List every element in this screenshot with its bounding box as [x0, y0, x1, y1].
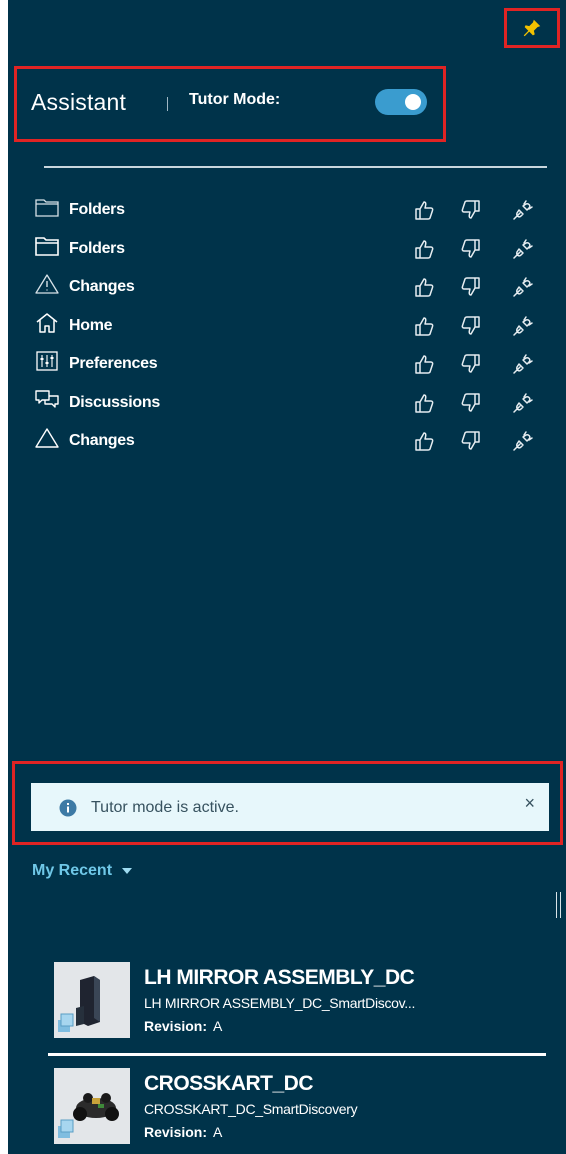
feature-row-preferences[interactable]: Preferences: [34, 346, 544, 385]
sliders-icon: [34, 349, 60, 373]
close-icon[interactable]: ×: [524, 793, 535, 814]
tutor-mode-label: Tutor Mode:: [189, 91, 281, 108]
thumbs-down-icon[interactable]: [459, 198, 483, 222]
my-recent-dropdown[interactable]: My Recent: [32, 862, 133, 880]
notice-highlight: Tutor mode is active. ×: [12, 761, 563, 845]
recent-item-subtitle: CROSSKART_DC_SmartDiscovery: [144, 1101, 358, 1117]
thumbs-down-icon[interactable]: [459, 391, 483, 415]
my-recent-label: My Recent: [32, 862, 113, 879]
title-separator: [167, 97, 168, 111]
recent-item[interactable]: CROSSKART_DC CROSSKART_DC_SmartDiscovery…: [54, 1068, 548, 1152]
plug-icon[interactable]: [511, 352, 535, 376]
feature-label: Preferences: [69, 355, 158, 372]
thumbs-up-icon[interactable]: [412, 198, 436, 222]
recent-item-subtitle: LH MIRROR ASSEMBLY_DC_SmartDiscov...: [144, 995, 416, 1011]
plug-icon[interactable]: [511, 314, 535, 338]
thumbs-down-icon[interactable]: [459, 429, 483, 453]
resize-handle[interactable]: [556, 892, 561, 918]
folder-icon: [34, 195, 60, 219]
thumbs-up-icon[interactable]: [412, 391, 436, 415]
recent-item-title: LH MIRROR ASSEMBLY_DC: [144, 966, 415, 989]
feature-row-folders[interactable]: Folders: [34, 192, 544, 231]
plug-icon[interactable]: [511, 237, 535, 261]
folder-icon: [34, 234, 60, 258]
feature-label: Changes: [69, 432, 135, 449]
header-highlight: Assistant Tutor Mode:: [14, 66, 446, 142]
divider: [44, 166, 547, 168]
recent-item-revision: Revision: A: [144, 1018, 222, 1034]
plug-icon[interactable]: [511, 391, 535, 415]
thumbnail-image: [54, 962, 130, 1038]
feature-row-home[interactable]: Home: [34, 308, 544, 347]
info-icon: [59, 799, 77, 817]
plug-icon[interactable]: [511, 198, 535, 222]
recent-item-title: CROSSKART_DC: [144, 1072, 314, 1095]
thumbs-up-icon[interactable]: [412, 429, 436, 453]
caret-down-icon: [122, 868, 133, 874]
thumbs-down-icon[interactable]: [459, 275, 483, 299]
feature-label: Discussions: [69, 393, 160, 411]
tutor-mode-toggle[interactable]: [375, 89, 427, 115]
recent-item-revision: Revision: A: [144, 1124, 222, 1140]
divider: [48, 1053, 546, 1056]
feature-label: Home: [69, 316, 113, 334]
triangle-icon: [34, 426, 60, 450]
plug-icon[interactable]: [511, 275, 535, 299]
feature-row-changes[interactable]: Changes: [34, 269, 544, 308]
toggle-knob: [405, 94, 421, 110]
notice-text: Tutor mode is active.: [91, 799, 239, 816]
thumbs-up-icon[interactable]: [412, 275, 436, 299]
plug-icon[interactable]: [511, 429, 535, 453]
revision-label: Revision:: [144, 1018, 208, 1034]
thumbnail-image: [54, 1068, 130, 1144]
pin-icon: [523, 19, 541, 37]
feature-row-changes[interactable]: Changes: [34, 423, 544, 462]
feature-row-folders[interactable]: Folders: [34, 231, 544, 270]
assistant-panel: Assistant Tutor Mode: Folders Folders Ch…: [8, 0, 566, 1154]
feature-label: Folders: [69, 201, 125, 218]
pin-button[interactable]: [504, 8, 560, 48]
home-icon: [34, 311, 60, 335]
feature-list: Folders Folders Changes Home Preferences…: [34, 192, 544, 462]
thumbs-down-icon[interactable]: [459, 314, 483, 338]
revision-label: Revision:: [144, 1124, 208, 1140]
thumbs-up-icon[interactable]: [412, 352, 436, 376]
revision-value: A: [213, 1018, 223, 1034]
feature-label: Folders: [69, 239, 125, 257]
feature-label: Changes: [69, 278, 135, 295]
thumbs-down-icon[interactable]: [459, 237, 483, 261]
thumbs-up-icon[interactable]: [412, 314, 436, 338]
feature-row-discussions[interactable]: Discussions: [34, 385, 544, 424]
thumbs-down-icon[interactable]: [459, 352, 483, 376]
chat-icon: [34, 388, 60, 412]
assistant-title: Assistant: [31, 89, 127, 115]
recent-item[interactable]: LH MIRROR ASSEMBLY_DC LH MIRROR ASSEMBLY…: [54, 962, 548, 1046]
thumbs-up-icon[interactable]: [412, 237, 436, 261]
warning-icon: [34, 272, 60, 296]
tutor-mode-notice: Tutor mode is active. ×: [31, 783, 549, 831]
revision-value: A: [213, 1124, 223, 1140]
